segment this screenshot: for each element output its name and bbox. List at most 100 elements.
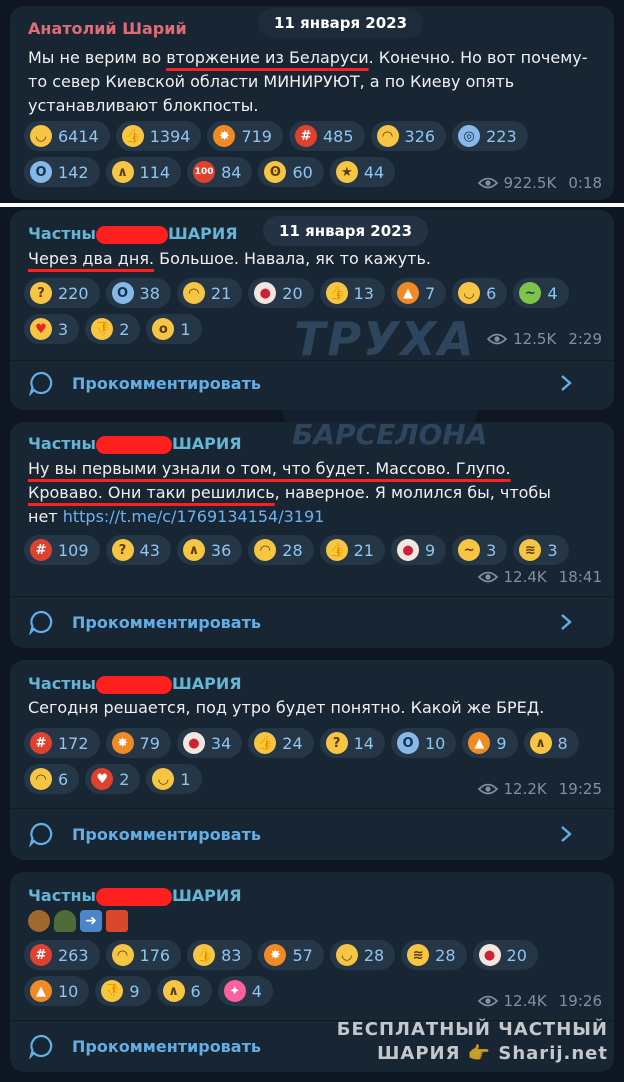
reaction-chip[interactable]: ◡ 1 — [146, 764, 202, 794]
reaction-chip[interactable]: ✸ 719 — [207, 121, 283, 151]
reaction-chip[interactable]: O 38 — [105, 278, 171, 308]
comment-label: Прокомментировать — [72, 1036, 261, 1056]
comment-bubble-icon — [29, 610, 53, 635]
comment-label: Прокомментировать — [72, 612, 261, 632]
thumbs-down-icon: 👎 — [101, 980, 124, 1002]
post-text: Через два дня. Большое. Навала, як то ка… — [28, 249, 432, 268]
reaction-chip[interactable]: ? 43 — [105, 535, 171, 565]
thinking-face-icon: ? — [325, 732, 348, 754]
post-meta: 12.4K 18:41 — [477, 568, 602, 586]
reaction-chip[interactable]: ∧ 36 — [176, 535, 243, 565]
post-time: 19:25 — [558, 780, 602, 798]
reaction-chip[interactable]: ● 20 — [248, 278, 314, 308]
thumbs-up-icon: 👍 — [193, 944, 216, 966]
reaction-chip[interactable]: 👍 24 — [248, 728, 314, 758]
reaction-chip[interactable]: ~4 — [513, 278, 569, 308]
reaction-chip[interactable]: ◠ 21 — [176, 278, 243, 308]
reaction-chip[interactable]: ◡ 28 — [329, 940, 396, 970]
screaming-face-icon: O — [111, 282, 134, 304]
reaction-chip[interactable]: ✸ 79 — [105, 728, 171, 758]
reaction-chip[interactable]: ◠ 326 — [370, 121, 447, 151]
post-time: 2:29 — [568, 330, 602, 348]
grin-face-icon: ◡ — [335, 944, 358, 966]
vomiting-face-icon: ~ — [519, 282, 542, 304]
rofl-face-icon: ≋ — [519, 539, 542, 561]
post-author[interactable]: Частны ШАРИЯ — [28, 674, 242, 694]
reaction-chip[interactable]: #263 — [24, 940, 100, 970]
comment-label: Прокомментировать — [72, 373, 261, 393]
thumbs-up-icon: 👍 — [121, 125, 144, 147]
reaction-chip[interactable]: O 10 — [390, 728, 457, 758]
date-pill: 11 января 2023 — [263, 216, 429, 246]
reaction-chip[interactable]: ʘ 60 — [258, 157, 324, 187]
reaction-chip[interactable]: ▲ 7 — [390, 278, 447, 308]
post-author[interactable]: Частны ШАРИЯ — [28, 224, 238, 244]
post-author[interactable]: Анатолий Шарий — [28, 19, 187, 38]
comment-button[interactable]: Прокомментировать — [28, 363, 596, 403]
grin-face-icon: ◡ — [30, 125, 52, 147]
reaction-chip[interactable]: ● 20 — [472, 940, 538, 970]
thumbs-up-icon: 👍 — [325, 282, 348, 304]
post-meta: 12.4K 19:26 — [477, 992, 602, 1010]
reaction-chip[interactable]: ◡ 6414 — [24, 121, 110, 151]
clown-face-icon: ● — [254, 282, 277, 304]
chevron-right-icon — [561, 614, 572, 630]
reaction-chip[interactable]: 👍 83 — [187, 940, 253, 970]
reaction-chip[interactable]: 👍 1394 — [115, 121, 202, 151]
reaction-chip[interactable]: ◠ 28 — [248, 535, 314, 565]
reaction-chip[interactable]: ? 220 — [24, 278, 100, 308]
comment-button[interactable]: Прокомментировать — [28, 814, 596, 854]
cursing-face-icon: # — [30, 539, 52, 561]
corner-watermark-line: БЕСПЛАТНЫЙ ЧАСТНЫЙ — [336, 1019, 608, 1040]
woozy-face-icon: ~ — [458, 539, 481, 561]
reaction-chip[interactable]: ≋ 3 — [513, 535, 569, 565]
reaction-chip[interactable]: #109 — [24, 535, 100, 565]
reaction-chip[interactable]: 👎 2 — [85, 314, 141, 344]
party-popper-icon: ✦ — [223, 980, 246, 1002]
reaction-chip[interactable]: ∧ 114 — [105, 157, 182, 187]
exploding-head-icon: ✸ — [264, 944, 287, 966]
reaction-chip[interactable]: ♥ 2 — [85, 764, 141, 794]
post-author[interactable]: Частны ШАРИЯ — [28, 886, 242, 906]
reaction-chip[interactable]: 👎 9 — [95, 976, 151, 1006]
reaction-chip[interactable]: 100 84 — [187, 157, 253, 187]
thumbs-up-icon: 👍 — [254, 732, 277, 754]
reaction-chip[interactable]: 👍 21 — [319, 535, 385, 565]
comment-button[interactable]: Прокомментировать — [28, 602, 596, 642]
reaction-chip[interactable]: ? 14 — [319, 728, 385, 758]
reaction-chip[interactable]: ● 34 — [176, 728, 243, 758]
reaction-chip[interactable]: ∧ 8 — [523, 728, 579, 758]
reaction-chip[interactable]: ≋ 28 — [401, 940, 467, 970]
screenshot-separator — [0, 203, 624, 207]
reaction-chip[interactable]: ◠ 176 — [105, 940, 182, 970]
exploding-head-icon: ✸ — [213, 125, 236, 147]
comment-bubble-icon — [29, 1034, 53, 1059]
fire-icon: ▲ — [468, 732, 491, 754]
thumbs-down-icon: 👎 — [91, 318, 114, 340]
reaction-chip[interactable]: #485 — [288, 121, 365, 151]
post-text: Ну вы первыми узнали о том, что будет. М… — [28, 459, 551, 526]
reaction-chip[interactable]: ∧ 6 — [156, 976, 212, 1006]
post-author[interactable]: Частны ШАРИЯ — [28, 434, 242, 454]
reaction-chip[interactable]: 👍 13 — [319, 278, 385, 308]
reaction-chip[interactable]: ✸ 57 — [258, 940, 324, 970]
broken-heart-icon: ♥ — [91, 768, 114, 790]
reaction-chip[interactable]: ◡ 6 — [452, 278, 508, 308]
message-link[interactable]: https://t.me/c/1769134154/3191 — [63, 507, 325, 526]
reaction-chip[interactable]: ◎ 223 — [452, 121, 528, 151]
reaction-chip[interactable]: ● 9 — [390, 535, 447, 565]
reaction-row: #109 ? 43 ∧ 36 ◠ 28 👍 21 ● 9 ~3 ≋ 3 — [24, 535, 600, 565]
reaction-chip[interactable]: ~3 — [452, 535, 508, 565]
reaction-chip[interactable]: ▲ 9 — [462, 728, 518, 758]
reaction-chip[interactable]: ★ 44 — [329, 157, 396, 187]
reaction-chip[interactable]: ♥ 3 — [24, 314, 80, 344]
reaction-chip[interactable]: #172 — [24, 728, 100, 758]
post-text: Мы не верим во вторжение из Беларуси. Ко… — [28, 48, 588, 115]
reaction-chip[interactable]: o1 — [146, 314, 202, 344]
reaction-chip[interactable]: ◠ 6 — [24, 764, 80, 794]
helmet-icon — [54, 910, 76, 932]
reaction-chip[interactable]: O 142 — [24, 157, 100, 187]
reaction-chip[interactable]: ✦ 4 — [217, 976, 273, 1006]
reaction-chip[interactable]: ▲ 10 — [24, 976, 90, 1006]
folded-hands-icon: ∧ — [529, 732, 552, 754]
